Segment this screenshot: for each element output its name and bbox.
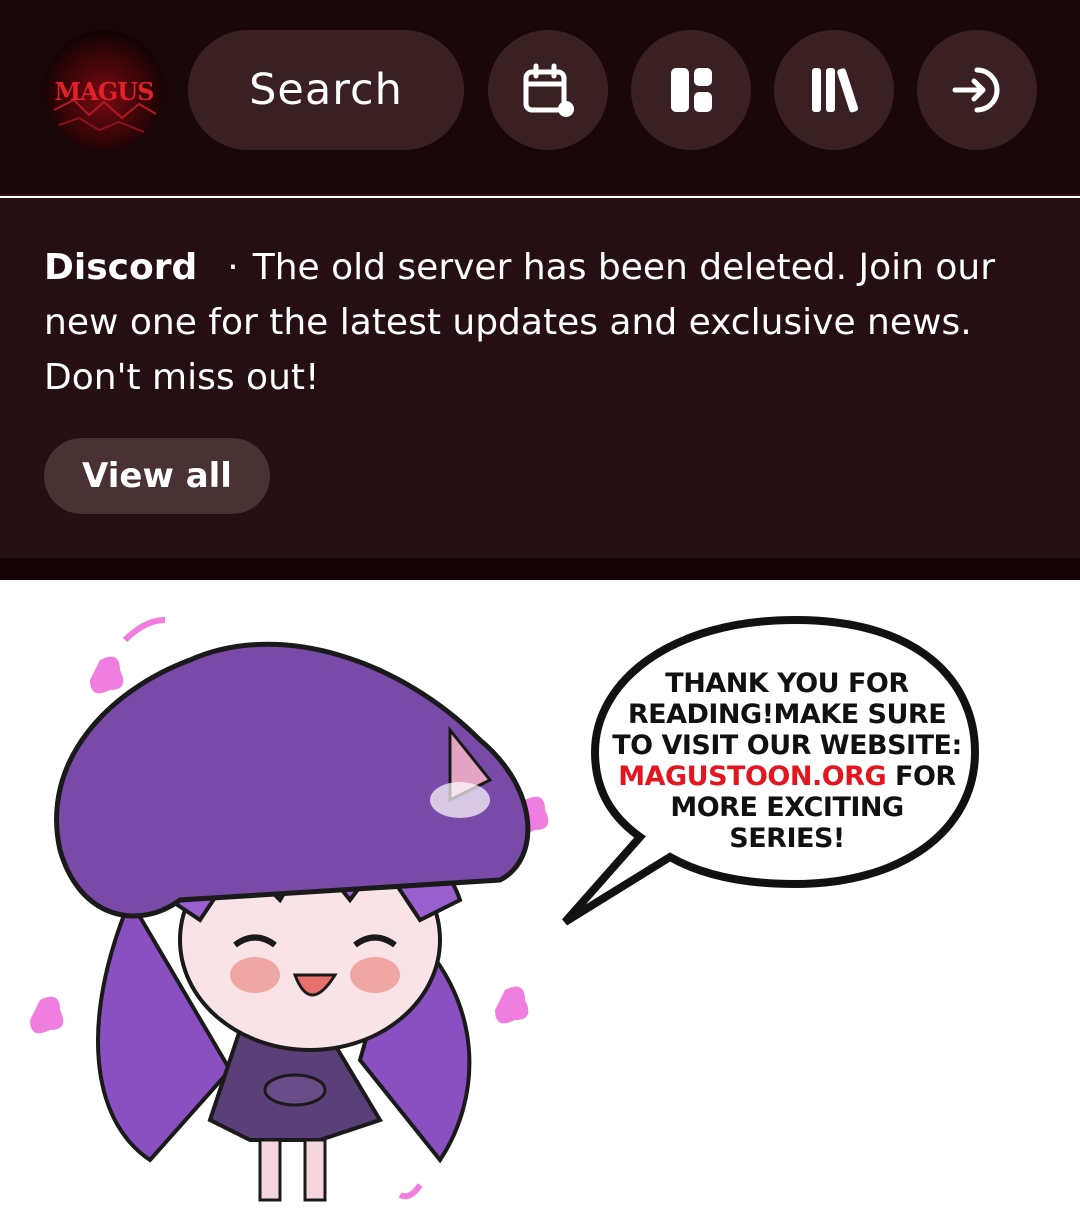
dashboard-button[interactable] <box>631 30 751 150</box>
logo-icon: MAGUS <box>44 30 164 150</box>
bubble-line: THANK YOU FOR <box>665 668 909 699</box>
library-icon <box>812 68 859 113</box>
bubble-line: SERIES! <box>729 823 845 854</box>
bubble-line-suffix: FOR <box>886 761 956 792</box>
speech-bubble-text: THANK YOU FOR READING!MAKE SURE TO VISIT… <box>612 668 962 854</box>
schedule-button[interactable] <box>488 30 608 150</box>
svg-text:MAGUS: MAGUS <box>55 77 154 106</box>
mascot-illustration <box>30 617 549 1202</box>
bubble-line: MORE EXCITING <box>670 792 904 823</box>
search-button[interactable]: Search <box>188 30 464 150</box>
separator-dot: · <box>227 247 239 288</box>
bubble-line: READING!MAKE SURE <box>627 699 947 730</box>
login-button[interactable] <box>917 30 1037 150</box>
announcement-text: Discord · The old server has been deleted.… <box>44 240 1044 405</box>
login-icon <box>952 67 1000 113</box>
website-link[interactable]: MAGUSTOON.ORG <box>618 761 886 792</box>
view-all-button[interactable]: View all <box>44 438 270 514</box>
calendar-icon <box>523 63 574 117</box>
library-button[interactable] <box>774 30 894 150</box>
announcement-title: Discord <box>44 247 198 288</box>
bubble-line: TO VISIT OUR WEBSITE: <box>612 730 962 761</box>
dashboard-icon <box>671 68 712 112</box>
site-logo[interactable]: MAGUS <box>44 30 164 150</box>
divider <box>0 558 1080 580</box>
bubble-line: MAGUSTOON.ORG FOR <box>612 761 962 792</box>
